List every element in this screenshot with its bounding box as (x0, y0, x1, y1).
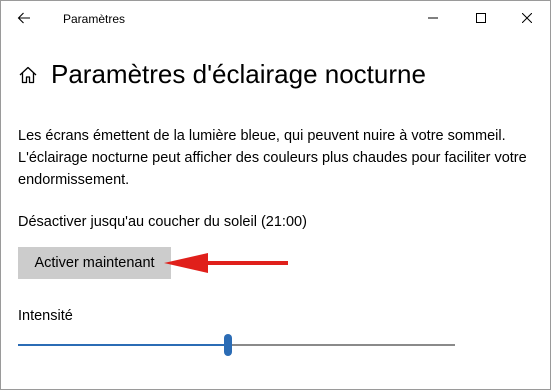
title-bar: Paramètres (1, 1, 550, 35)
home-button[interactable] (18, 65, 38, 85)
maximize-icon (476, 13, 486, 23)
close-button[interactable] (504, 1, 550, 35)
home-icon (19, 66, 37, 84)
page-title: Paramètres d'éclairage nocturne (51, 59, 426, 89)
close-icon (522, 13, 532, 23)
slider-thumb[interactable] (224, 334, 232, 356)
maximize-button[interactable] (458, 1, 504, 35)
minimize-button[interactable] (410, 1, 456, 35)
slider-track-empty[interactable] (228, 344, 455, 346)
annotation-arrow-icon (164, 253, 288, 273)
intensity-label: Intensité (18, 308, 73, 324)
status-text: Désactiver jusqu'au coucher du soleil (2… (18, 214, 307, 230)
settings-window: Paramètres Paramètres d'éclairage noctur… (0, 0, 551, 390)
back-arrow-icon (17, 12, 30, 24)
description-text: Les écrans émettent de la lumière bleue,… (18, 128, 527, 188)
slider-track-filled[interactable] (18, 344, 228, 346)
activate-now-button[interactable]: Activer maintenant (18, 247, 171, 279)
intensity-slider[interactable] (18, 331, 455, 359)
minimize-icon (428, 17, 438, 19)
window-title: Paramètres (63, 12, 126, 26)
back-button[interactable] (7, 3, 41, 33)
